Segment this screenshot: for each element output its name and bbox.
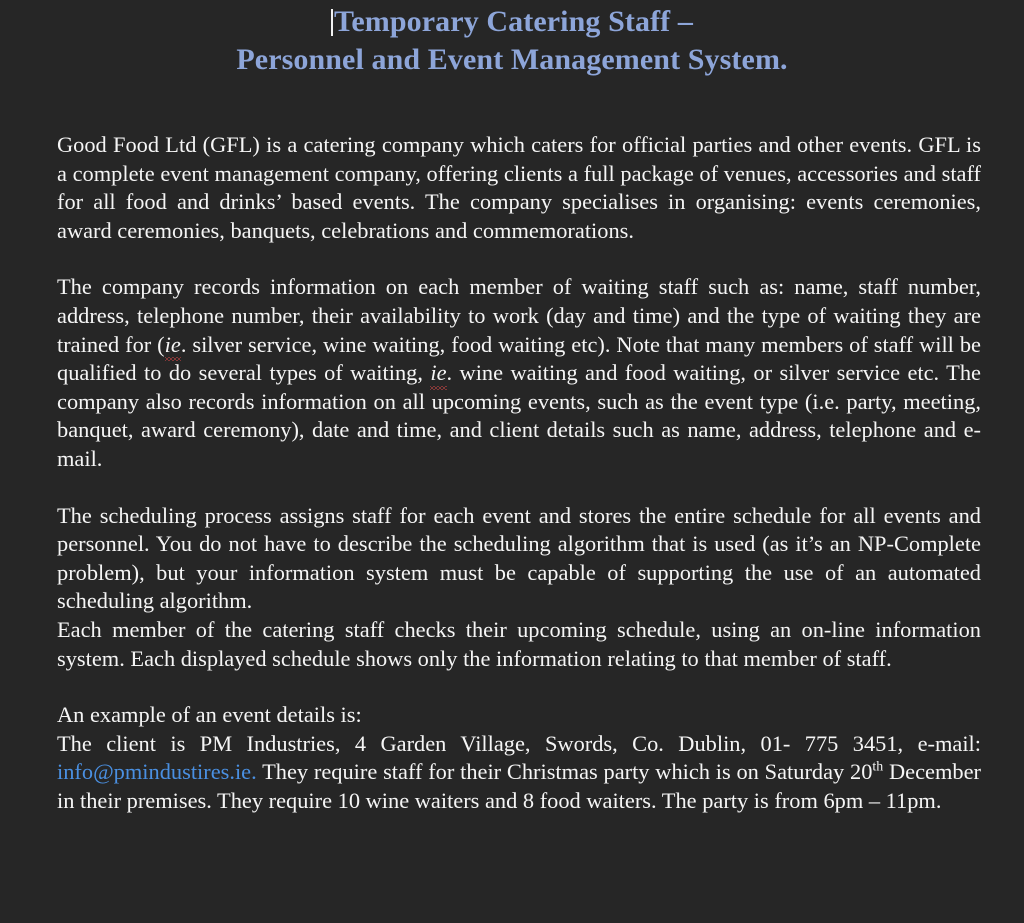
document-page: Temporary Catering Staff – Personnel and… [0,0,1024,923]
text-caret [331,9,334,36]
paragraph-spacer-1 [57,245,981,273]
title-line-1-text: Temporary Catering Staff – [334,5,693,38]
paragraph-5-intro: An example of an event details is: [57,702,362,728]
paragraph-5-example: The client is PM Industries, 4 Garden Vi… [57,730,981,816]
client-details-text: The client is PM Industries, 4 Garden Vi… [57,730,981,756]
paragraph-4: Each member of the catering staff checks… [57,616,981,671]
paragraph-spacer-3 [57,673,981,701]
paragraph-3: The scheduling process assigns staff for… [57,502,981,614]
misspelling-ie-2: ie [430,359,447,390]
title-line-1: Temporary Catering Staff – [0,3,1024,41]
title-line-2: Personnel and Event Management System. [236,43,788,76]
paragraph-2: The company records information on each … [57,273,981,473]
misspelling-ie-1: ie [164,331,181,361]
paragraph-1: Good Food Ltd (GFL) is a catering compan… [57,132,981,243]
document-title: Temporary Catering Staff – Personnel and… [0,0,1024,79]
paragraph-spacer-2 [57,474,981,502]
ordinal-suffix: th [872,759,884,775]
event-details-part-b: They require staff for their Christmas p… [256,759,873,785]
title-body-spacer [0,83,1024,131]
document-body: Good Food Ltd (GFL) is a catering compan… [57,131,981,815]
email-link[interactable]: info@pmindustires.ie. [57,759,257,784]
